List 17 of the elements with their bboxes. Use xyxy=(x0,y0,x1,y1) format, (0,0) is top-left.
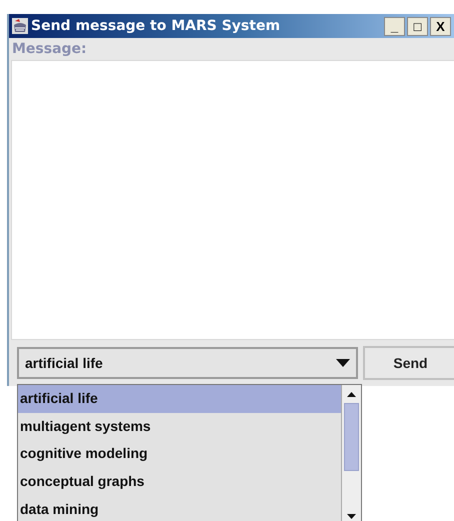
app-icon xyxy=(11,17,29,35)
scrollbar[interactable] xyxy=(341,385,361,521)
dropdown-arrow-icon xyxy=(336,359,350,367)
message-label: Message: xyxy=(11,40,88,58)
window-title: Send message to MARS System xyxy=(31,16,280,36)
scroll-thumb[interactable] xyxy=(344,403,359,471)
selected-topic: artificial life xyxy=(25,354,103,372)
window-control-button[interactable]: X xyxy=(430,16,451,36)
dropdown-item[interactable]: cognitive modeling xyxy=(18,440,341,468)
topic-dropdown[interactable]: artificial life xyxy=(17,347,358,379)
dropdown-item[interactable]: data mining xyxy=(18,495,341,521)
dropdown-item[interactable]: conceptual graphs xyxy=(18,468,341,496)
dropdown-item[interactable]: artificial life xyxy=(18,385,341,413)
dropdown-item[interactable]: multiagent systems xyxy=(18,412,341,440)
send-button[interactable]: Send xyxy=(363,346,454,380)
window-control-button[interactable]: _ xyxy=(384,16,405,36)
window-control-button[interactable]: □ xyxy=(407,16,428,36)
